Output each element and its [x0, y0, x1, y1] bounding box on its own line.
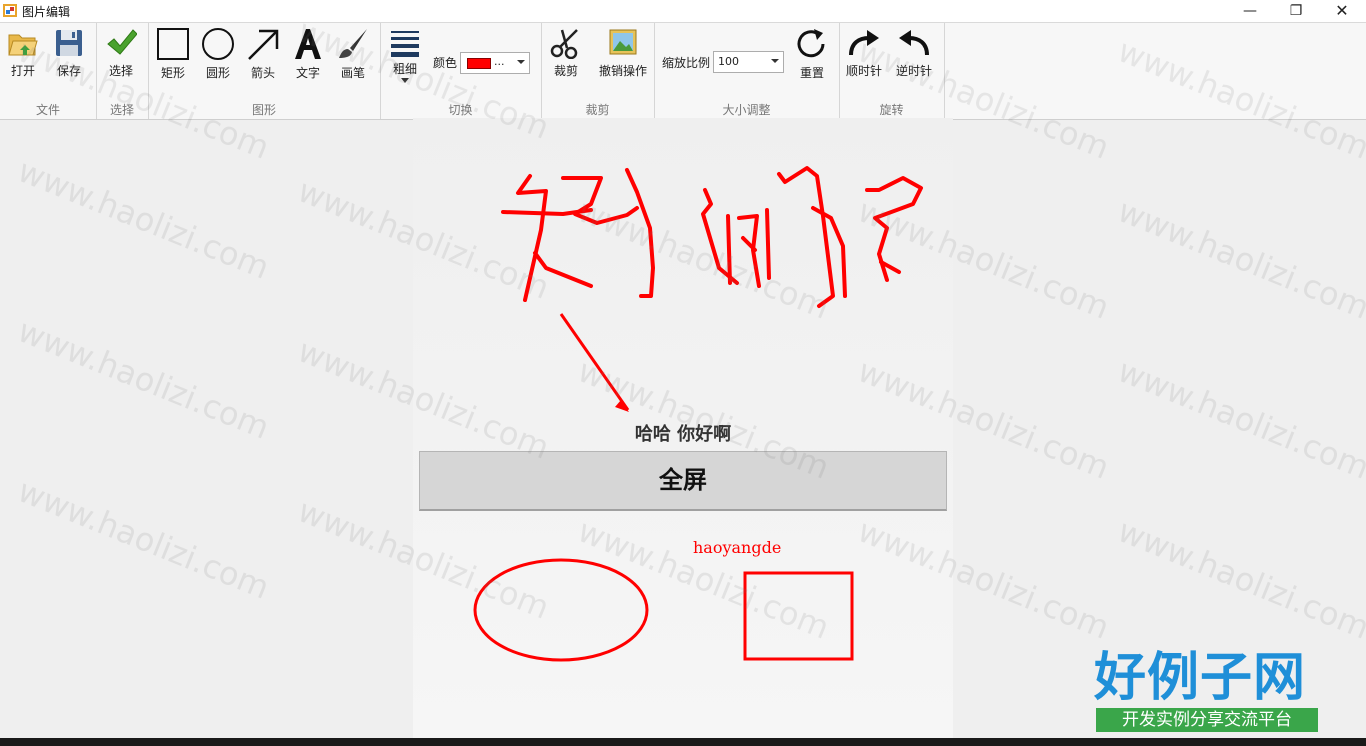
- watermark-text: www.haolizi.com: [12, 471, 275, 607]
- annotation-rectangle: [743, 571, 854, 661]
- image-text: 哈哈 你好啊: [634, 424, 732, 445]
- watermark-text: www.haolizi.com: [12, 151, 275, 287]
- rectangle-icon: [157, 28, 189, 60]
- image-fullscreen-button: 全屏: [419, 451, 947, 511]
- arrow-button[interactable]: 箭头: [240, 27, 286, 81]
- watermark-text: www.haolizi.com: [12, 311, 275, 447]
- color-value: ...: [494, 55, 505, 68]
- close-button[interactable]: ✕: [1319, 0, 1365, 22]
- handwriting-strokes: [501, 166, 923, 308]
- open-button[interactable]: 打开: [0, 27, 46, 79]
- picture-icon: [609, 29, 637, 55]
- rotate-clockwise-label: 顺时针: [845, 64, 882, 78]
- ribbon-toolbar: 打开 保存 文件 选择 选择 矩形 圆形 箭头 文字 画笔 图形 粗细 颜色 .…: [0, 22, 1366, 120]
- rectangle-label: 矩形: [160, 66, 185, 80]
- brand-main-text: 好例子网: [1094, 648, 1307, 708]
- title-bar: 图片编辑 — ❐ ✕: [0, 0, 1366, 22]
- reset-button[interactable]: 重置: [789, 27, 835, 81]
- window-title: 图片编辑: [22, 5, 71, 19]
- crop-button[interactable]: 裁剪: [543, 27, 589, 79]
- pen-button[interactable]: 画笔: [330, 27, 376, 81]
- line-thickness-icon: [391, 31, 419, 57]
- app-icon: [3, 4, 17, 17]
- ellipse-button[interactable]: 圆形: [195, 27, 241, 81]
- color-picker[interactable]: ...: [460, 52, 530, 74]
- folder-open-icon: [8, 34, 38, 56]
- save-label: 保存: [56, 64, 81, 78]
- group-file: 打开 保存 文件: [0, 23, 97, 119]
- reset-label: 重置: [799, 66, 824, 80]
- undo-label: 撤销操作: [598, 64, 647, 78]
- taskbar: [0, 738, 1366, 746]
- rotate-clockwise-button[interactable]: 顺时针: [841, 27, 887, 79]
- save-button[interactable]: 保存: [46, 27, 92, 79]
- floppy-disk-icon: [56, 30, 82, 56]
- text-label: 文字: [295, 66, 320, 80]
- annotation-ellipse: [473, 558, 649, 662]
- brand-sub-text: 开发实例分享交流平台: [1096, 708, 1318, 732]
- color-swatch: [467, 58, 491, 69]
- refresh-icon: [797, 29, 825, 58]
- thickness-button[interactable]: 粗细: [382, 27, 428, 84]
- group-label-crop: 裁剪: [585, 103, 610, 117]
- group-label-select: 选择: [109, 103, 134, 117]
- scissors-icon: [550, 29, 578, 59]
- zoom-value: 100: [718, 55, 739, 68]
- select-label: 选择: [108, 64, 133, 78]
- circle-icon: [202, 28, 234, 60]
- color-dropdown-icon: [517, 60, 525, 64]
- chevron-down-icon: [401, 78, 409, 83]
- thickness-label: 粗细: [392, 62, 417, 76]
- arrow-icon: [248, 29, 279, 60]
- group-switch: 粗细 颜色 ... 切换: [380, 23, 542, 119]
- text-a-icon: [295, 29, 321, 59]
- group-shapes: 矩形 圆形 箭头 文字 画笔 图形: [148, 23, 381, 119]
- crop-label: 裁剪: [553, 64, 578, 78]
- paintbrush-icon: [339, 29, 367, 58]
- rotate-clockwise-icon: [849, 30, 879, 56]
- annotation-arrow: [559, 313, 630, 411]
- rotate-counterclockwise-button[interactable]: 逆时针: [891, 27, 937, 79]
- ellipse-label: 圆形: [205, 66, 230, 80]
- group-crop: 裁剪 撤销操作 裁剪: [541, 23, 655, 119]
- maximize-button[interactable]: ❐: [1273, 0, 1319, 22]
- group-label-shapes: 图形: [251, 103, 276, 117]
- color-label: 颜色: [433, 56, 458, 70]
- minimize-button[interactable]: —: [1227, 0, 1273, 22]
- rotate-counterclockwise-label: 逆时针: [895, 64, 932, 78]
- image-canvas[interactable]: 哈哈 你好啊 全屏 haoyangde: [413, 118, 953, 746]
- brand-logo: 好例子网 开发实例分享交流平台: [1094, 648, 1320, 736]
- group-rotate: 顺时针 逆时针 旋转: [839, 23, 945, 119]
- checkmark-icon: [107, 29, 137, 55]
- group-label-rotate: 旋转: [879, 103, 904, 117]
- text-button[interactable]: 文字: [285, 27, 331, 81]
- group-select: 选择 选择: [96, 23, 149, 119]
- watermark-text: www.haolizi.com: [1112, 511, 1366, 647]
- open-label: 打开: [10, 64, 35, 78]
- rotate-counterclockwise-icon: [899, 30, 929, 56]
- arrow-label: 箭头: [250, 66, 275, 80]
- annotation-text: haoyangde: [693, 538, 782, 557]
- group-resize: 缩放比例 100 重置 大小调整: [654, 23, 840, 119]
- undo-button[interactable]: 撤销操作: [595, 27, 651, 79]
- watermark-text: www.haolizi.com: [1112, 191, 1366, 327]
- select-button[interactable]: 选择: [98, 27, 144, 79]
- zoom-label: 缩放比例: [662, 56, 711, 70]
- group-label-resize: 大小调整: [722, 103, 771, 117]
- zoom-dropdown-icon: [771, 59, 779, 63]
- rectangle-button[interactable]: 矩形: [150, 27, 196, 81]
- watermark-text: www.haolizi.com: [1112, 351, 1366, 487]
- group-label-file: 文件: [35, 103, 60, 117]
- group-label-switch: 切换: [448, 103, 473, 117]
- pen-label: 画笔: [340, 66, 365, 80]
- zoom-combo[interactable]: 100: [713, 51, 784, 73]
